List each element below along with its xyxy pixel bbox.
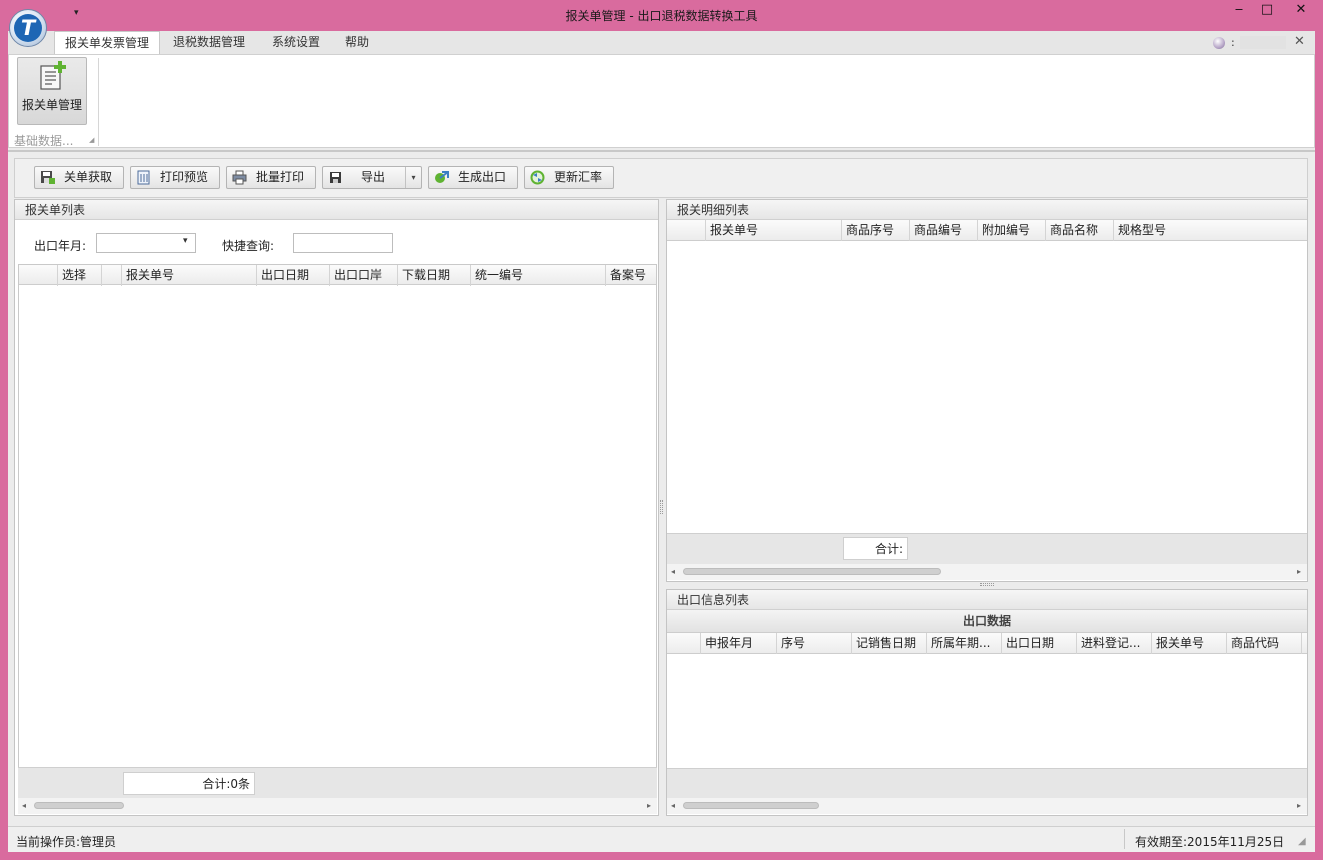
horizontal-splitter[interactable] <box>980 583 994 586</box>
column-header-goods-code[interactable]: 商品代码 <box>1227 633 1302 654</box>
declaration-grid[interactable] <box>18 264 657 798</box>
export-month-select[interactable] <box>96 233 196 253</box>
update-rate-label: 更新汇率 <box>553 170 602 184</box>
quick-search-input[interactable] <box>293 233 393 253</box>
detail-grid-header: 报关单号 商品序号 商品编号 附加编号 商品名称 规格型号 <box>667 220 1307 241</box>
declaration-list-title: 报关单列表 <box>15 200 658 220</box>
resize-grip-icon[interactable]: ◢ <box>1298 836 1306 847</box>
export-grid-footer <box>667 768 1307 798</box>
preview-label: 打印预览 <box>159 170 208 184</box>
export-label: 导出 <box>360 170 385 184</box>
scroll-left-icon[interactable]: ◂ <box>22 801 26 810</box>
app-logo-icon: T <box>14 14 42 42</box>
ribbon-close-icon[interactable]: ✕ <box>1294 34 1305 49</box>
export-info-title: 出口信息列表 <box>667 590 1307 610</box>
column-header-item-seq[interactable]: 商品序号 <box>842 220 910 241</box>
status-bar <box>8 826 1315 852</box>
fetch-declarations-button[interactable]: 关单获取 <box>34 166 124 189</box>
scroll-left-icon[interactable]: ◂ <box>671 801 675 810</box>
user-label: : <box>1231 36 1235 49</box>
column-header-seq[interactable]: 序号 <box>777 633 852 654</box>
print-preview-button[interactable]: 打印预览 <box>130 166 220 189</box>
vertical-splitter[interactable] <box>660 500 663 514</box>
detail-row-indicator-header <box>667 220 706 241</box>
detail-list-panel: 报关明细列表 <box>666 199 1308 582</box>
ribbon-panel <box>8 54 1315 148</box>
detail-list-title: 报关明细列表 <box>667 200 1307 220</box>
ribbon-tab-bar: 报关单发票管理 退税数据管理 系统设置 帮助 <box>8 31 1315 55</box>
quick-search-label: 快捷查询: <box>222 239 275 253</box>
declaration-grid-footer <box>18 767 657 798</box>
customs-declaration-manage-button[interactable]: 报关单管理 <box>17 57 87 125</box>
scroll-right-icon[interactable]: ▸ <box>1297 567 1301 576</box>
fetch-label: 关单获取 <box>63 170 112 184</box>
user-name-redacted <box>1240 36 1286 49</box>
minimize-button[interactable]: ‒ <box>1225 0 1253 22</box>
detail-hscrollbar[interactable]: ◂ ▸ <box>667 564 1307 580</box>
current-operator: 当前操作员:管理员 <box>16 835 117 849</box>
column-header-exp-date[interactable]: 出口日期 <box>1002 633 1077 654</box>
export-disk-icon <box>330 172 341 183</box>
add-document-icon <box>40 61 66 90</box>
export-dropdown-icon[interactable]: ▾ <box>405 167 421 188</box>
column-header-item-code[interactable]: 商品编号 <box>910 220 978 241</box>
ribbon-group-label: 基础数据... <box>14 134 74 148</box>
print-preview-icon <box>137 170 150 185</box>
scroll-thumb[interactable] <box>683 568 941 575</box>
close-button[interactable]: ✕ <box>1281 0 1321 22</box>
export-grid-header: 申报年月 序号 记销售日期 所属年期... 出口日期 进料登记... 报关单号 … <box>667 633 1307 654</box>
export-month-label: 出口年月: <box>34 239 87 253</box>
tab-system-settings[interactable]: 系统设置 <box>262 31 330 54</box>
generate-label: 生成出口 <box>457 170 506 184</box>
floppy-disk-icon <box>41 171 55 184</box>
app-logo-button[interactable]: T <box>9 9 47 47</box>
batch-print-button[interactable]: 批量打印 <box>226 166 316 189</box>
big-button-label: 报关单管理 <box>21 98 82 112</box>
column-header-detail-declaration-no[interactable]: 报关单号 <box>706 220 842 241</box>
tab-tax-refund-data[interactable]: 退税数据管理 <box>163 31 255 54</box>
generate-export-button[interactable]: 生成出口 <box>428 166 518 189</box>
user-status-icon <box>1213 37 1225 49</box>
export-row-indicator-header <box>667 633 701 654</box>
column-header-declare-month[interactable]: 申报年月 <box>701 633 777 654</box>
column-header-import-reg[interactable]: 进料登记... <box>1077 633 1152 654</box>
column-header-spec-model[interactable]: 规格型号 <box>1114 220 1307 241</box>
column-header-exp-declaration-no[interactable]: 报关单号 <box>1152 633 1227 654</box>
detail-total: 合计: <box>843 537 908 560</box>
column-header-sales-date[interactable]: 记销售日期 <box>852 633 927 654</box>
batch-print-label: 批量打印 <box>255 170 304 184</box>
window-title: 报关单管理 - 出口退税数据转换工具 <box>565 9 758 23</box>
column-header-period[interactable]: 所属年期... <box>927 633 1002 654</box>
ribbon-group-separator <box>98 58 99 146</box>
export-hscrollbar[interactable]: ◂ ▸ <box>667 798 1307 814</box>
export-data-band: 出口数据 <box>667 610 1307 633</box>
generate-icon <box>435 171 449 183</box>
column-header-item-name[interactable]: 商品名称 <box>1046 220 1114 241</box>
export-button[interactable]: 导出 ▾ <box>322 166 422 189</box>
printer-icon <box>232 170 247 185</box>
status-separator <box>1124 829 1125 849</box>
declaration-total: 合计:0条 <box>123 772 255 795</box>
maximize-button[interactable]: □ <box>1253 0 1281 22</box>
declaration-hscrollbar[interactable]: ◂ ▸ <box>18 798 657 814</box>
main-divider <box>8 150 1315 152</box>
group-launcher-icon[interactable]: ◢ <box>89 136 94 144</box>
scroll-thumb[interactable] <box>683 802 819 809</box>
tab-help[interactable]: 帮助 <box>335 31 379 54</box>
quick-access-dropdown-icon[interactable]: ▾ <box>74 8 84 18</box>
tab-customs-invoice[interactable]: 报关单发票管理 <box>54 31 161 55</box>
scroll-right-icon[interactable]: ▸ <box>1297 801 1301 810</box>
scroll-right-icon[interactable]: ▸ <box>647 801 651 810</box>
chevron-down-icon[interactable]: ▾ <box>183 236 188 246</box>
detail-grid-footer <box>667 533 1307 564</box>
refresh-icon <box>530 170 545 185</box>
scroll-left-icon[interactable]: ◂ <box>671 567 675 576</box>
update-rate-button[interactable]: 更新汇率 <box>524 166 614 189</box>
scroll-thumb[interactable] <box>34 802 124 809</box>
expiry-date: 有效期至:2015年11月25日 <box>1135 835 1285 849</box>
column-header-extra-code[interactable]: 附加编号 <box>978 220 1046 241</box>
